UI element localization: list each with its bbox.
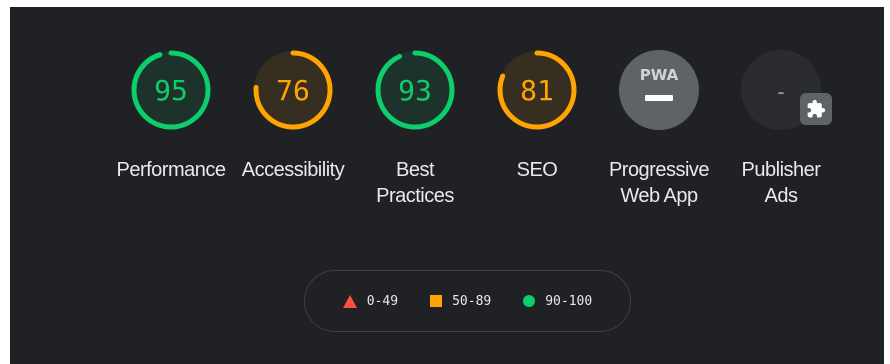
gauge-accessibility[interactable]: 76 Accessibility <box>242 47 345 183</box>
gauge-seo-label: SEO <box>516 159 558 181</box>
score-legend: 0-49 50-89 90-100 <box>304 270 631 332</box>
gauge-performance-label: Performance <box>116 159 227 181</box>
gauge-accessibility-ring: 76 <box>253 50 333 130</box>
lighthouse-scores-panel: 95 Performance 76 Accessibility 93 Best … <box>10 7 884 364</box>
gauge-accessibility-label: Accessibility <box>241 159 345 181</box>
gauge-accessibility-score: 76 <box>276 74 310 107</box>
legend-range-average: 50-89 <box>452 293 492 309</box>
pwa-dash-icon <box>645 95 673 101</box>
gauge-pwa[interactable]: PWA Progressive Web App <box>609 47 710 209</box>
gauge-seo-ring: 81 <box>497 50 577 130</box>
triangle-icon <box>342 294 357 308</box>
pwa-badge-text: PWA <box>640 66 679 84</box>
gauge-publisher-ads-label: Publisher Ads <box>741 159 821 207</box>
gauge-seo[interactable]: 81 SEO <box>487 47 587 183</box>
legend-item-average: 50-89 <box>430 294 491 309</box>
gauge-best-practices-label: Best Practices <box>376 159 454 207</box>
legend-item-fail: 0-49 <box>342 293 399 309</box>
gauge-best-practices[interactable]: 93 Best Practices <box>365 47 465 209</box>
gauge-seo-score: 81 <box>520 74 554 107</box>
legend-range-pass: 90-100 <box>545 293 593 309</box>
puzzle-icon <box>800 93 832 125</box>
gauge-performance[interactable]: 95 Performance <box>117 47 226 183</box>
legend-item-pass: 90-100 <box>523 294 592 309</box>
gauge-performance-ring: 95 <box>131 50 211 130</box>
gauge-pwa-badge: PWA <box>619 50 699 130</box>
gauge-performance-score: 95 <box>154 74 188 107</box>
legend-range-fail: 0-49 <box>366 293 399 309</box>
square-icon <box>430 295 443 307</box>
gauge-publisher-ads[interactable]: - Publisher Ads <box>731 47 832 209</box>
circle-icon <box>523 295 536 307</box>
gauge-best-practices-score: 93 <box>398 74 432 107</box>
gauge-pwa-label: Progressive Web App <box>608 159 710 207</box>
gauge-publisher-ads-score: - <box>777 80 784 104</box>
gauge-best-practices-ring: 93 <box>375 50 455 130</box>
